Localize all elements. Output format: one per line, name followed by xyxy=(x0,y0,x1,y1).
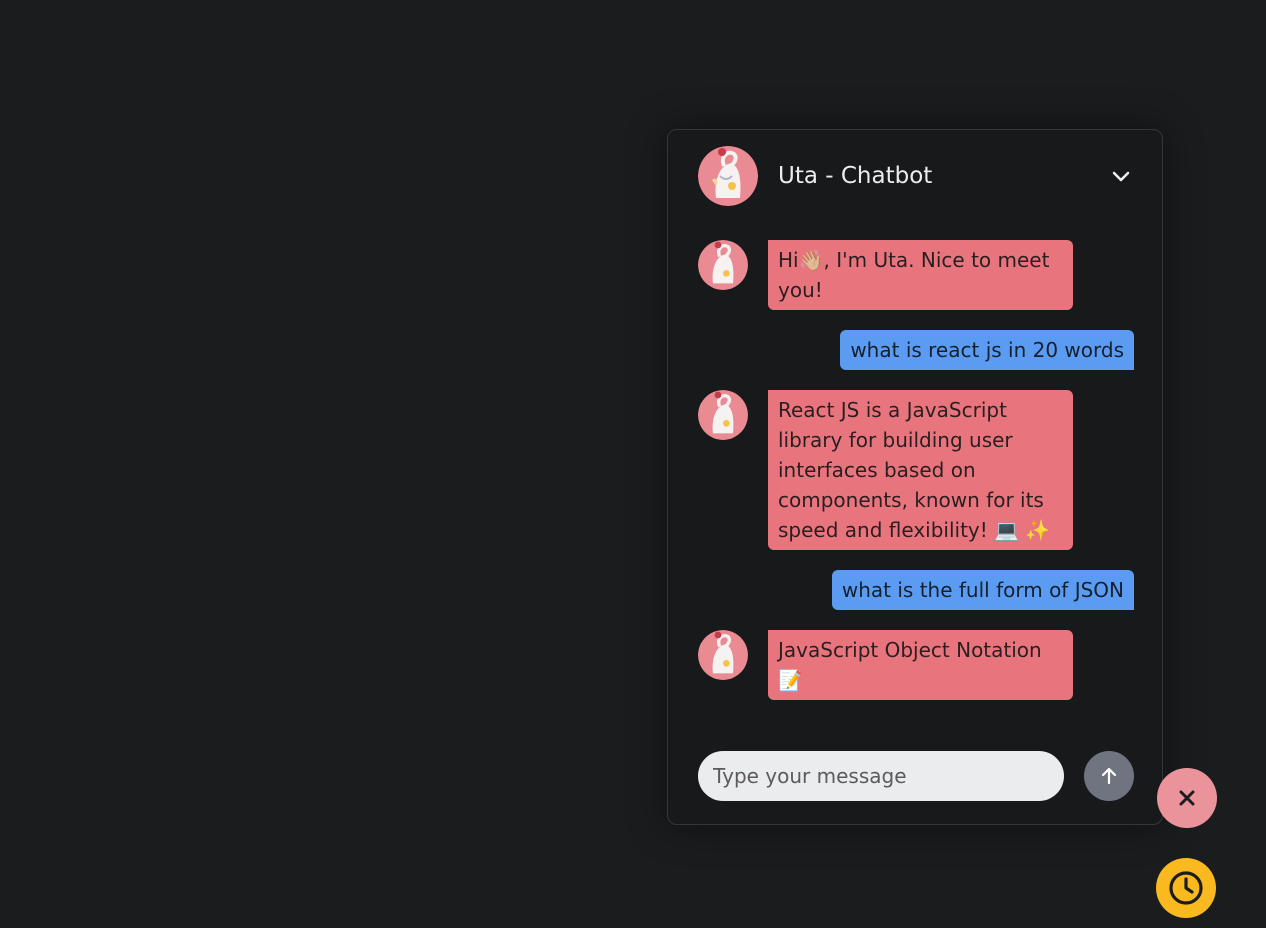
bot-message-text: Hi👋🏼, I'm Uta. Nice to meet you! xyxy=(768,240,1073,310)
message-input[interactable] xyxy=(698,751,1064,801)
user-message-text: what is the full form of JSON xyxy=(831,570,1134,610)
chat-panel: Uta - Chatbot Hi👋🏼, I'm Uta. Nice to mee… xyxy=(667,129,1163,825)
close-icon xyxy=(1179,790,1195,806)
chevron-down-icon[interactable] xyxy=(1108,163,1134,189)
bot-avatar xyxy=(698,240,748,290)
bot-avatar xyxy=(698,390,748,440)
chat-header: Uta - Chatbot xyxy=(698,146,1134,206)
chat-title: Uta - Chatbot xyxy=(778,163,933,189)
send-button[interactable] xyxy=(1084,751,1134,801)
chatbot-avatar xyxy=(698,146,758,206)
close-chat-button[interactable] xyxy=(1157,768,1217,828)
arrow-up-icon xyxy=(1101,767,1117,785)
bot-avatar xyxy=(698,630,748,680)
user-message-text: what is react js in 20 words xyxy=(840,330,1134,370)
clock-icon xyxy=(1169,871,1203,905)
bot-message-text: JavaScript Object Notation 📝 xyxy=(768,630,1073,700)
history-button[interactable] xyxy=(1156,858,1216,918)
page: Uta - Chatbot Hi👋🏼, I'm Uta. Nice to mee… xyxy=(0,0,1266,928)
bot-message-text: React JS is a JavaScript library for bui… xyxy=(768,390,1073,550)
composer xyxy=(698,751,1134,801)
